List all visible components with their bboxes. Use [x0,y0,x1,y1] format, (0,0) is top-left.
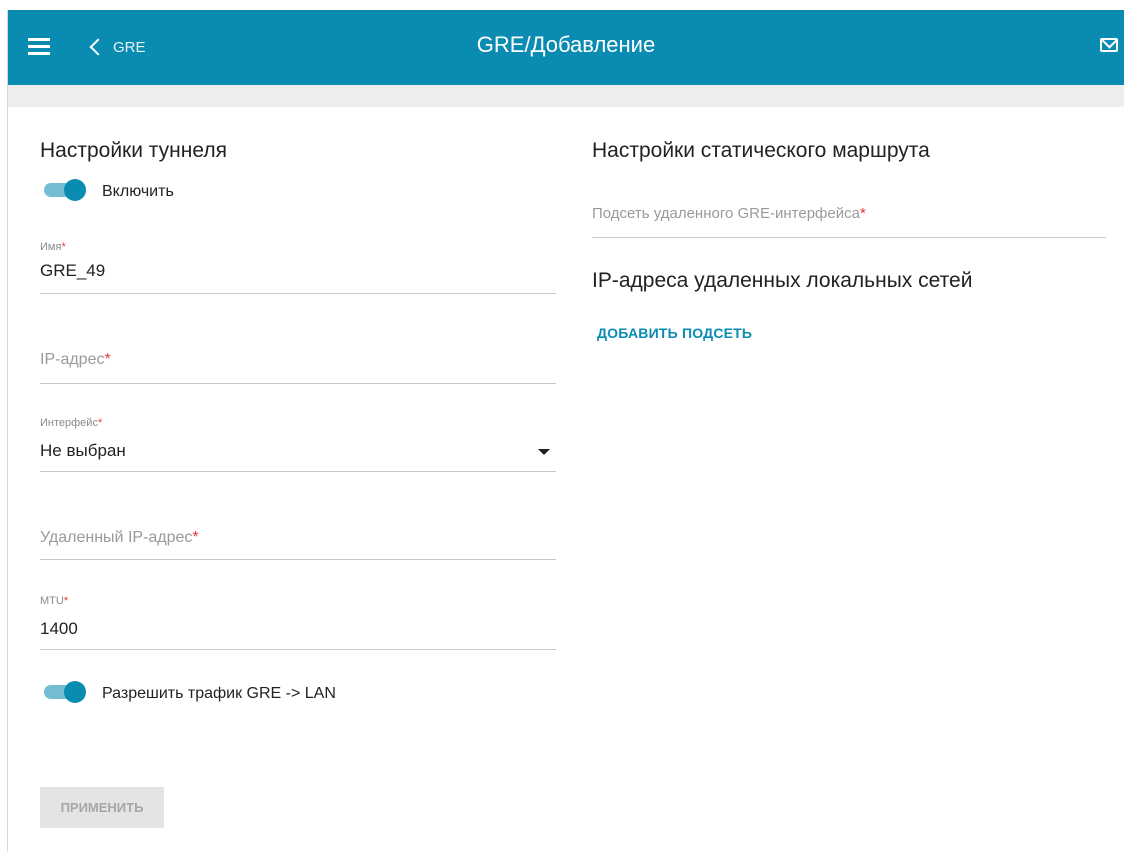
tunnel-settings-title: Настройки туннеля [40,139,227,162]
mail-icon[interactable] [1100,38,1118,52]
name-label: Имя* [40,241,66,253]
chevron-down-icon [538,449,550,455]
interface-label: Интерфейс* [40,417,103,429]
mtu-value: 1400 [40,619,78,638]
enable-label: Включить [102,183,174,200]
enable-toggle[interactable] [44,177,88,203]
remote-ip-placeholder: Удаленный IP-адрес* [40,529,199,546]
page-title: GRE/Добавление [476,32,656,57]
remote-subnet-field[interactable]: Подсеть удаленного GRE-интерфейса* [592,189,1106,238]
top-bar: GRE GRE/Добавление [8,10,1124,85]
interface-value: Не выбран [40,441,126,460]
allow-traffic-label: Разрешить трафик GRE -> LAN [102,685,336,702]
main-content: Настройки туннеля Включить Имя* GRE_49 I… [8,107,1124,852]
add-subnet-link[interactable]: ДОБАВИТЬ ПОДСЕТЬ [597,325,752,341]
allow-traffic-toggle[interactable] [44,679,88,705]
interface-select[interactable]: Интерфейс* Не выбран [40,415,556,472]
remote-ip-field[interactable]: Удаленный IP-адрес* [40,503,556,560]
remote-networks-title: IP-адреса удаленных локальных сетей [592,269,973,292]
remote-subnet-placeholder: Подсеть удаленного GRE-интерфейса* [592,205,866,222]
ip-address-placeholder: IP-адрес* [40,351,111,368]
name-field[interactable]: Имя* GRE_49 [40,237,556,294]
header-shadow-band [8,85,1124,107]
static-route-title: Настройки статического маршрута [592,139,930,162]
ip-address-field[interactable]: IP-адрес* [40,327,556,384]
apply-button[interactable]: ПРИМЕНИТЬ [40,787,164,828]
mtu-label: MTU* [40,595,69,607]
app-window: GRE GRE/Добавление Настройки туннеля Вкл… [0,0,1124,852]
name-value: GRE_49 [40,261,106,280]
mtu-field[interactable]: MTU* 1400 [40,591,556,650]
